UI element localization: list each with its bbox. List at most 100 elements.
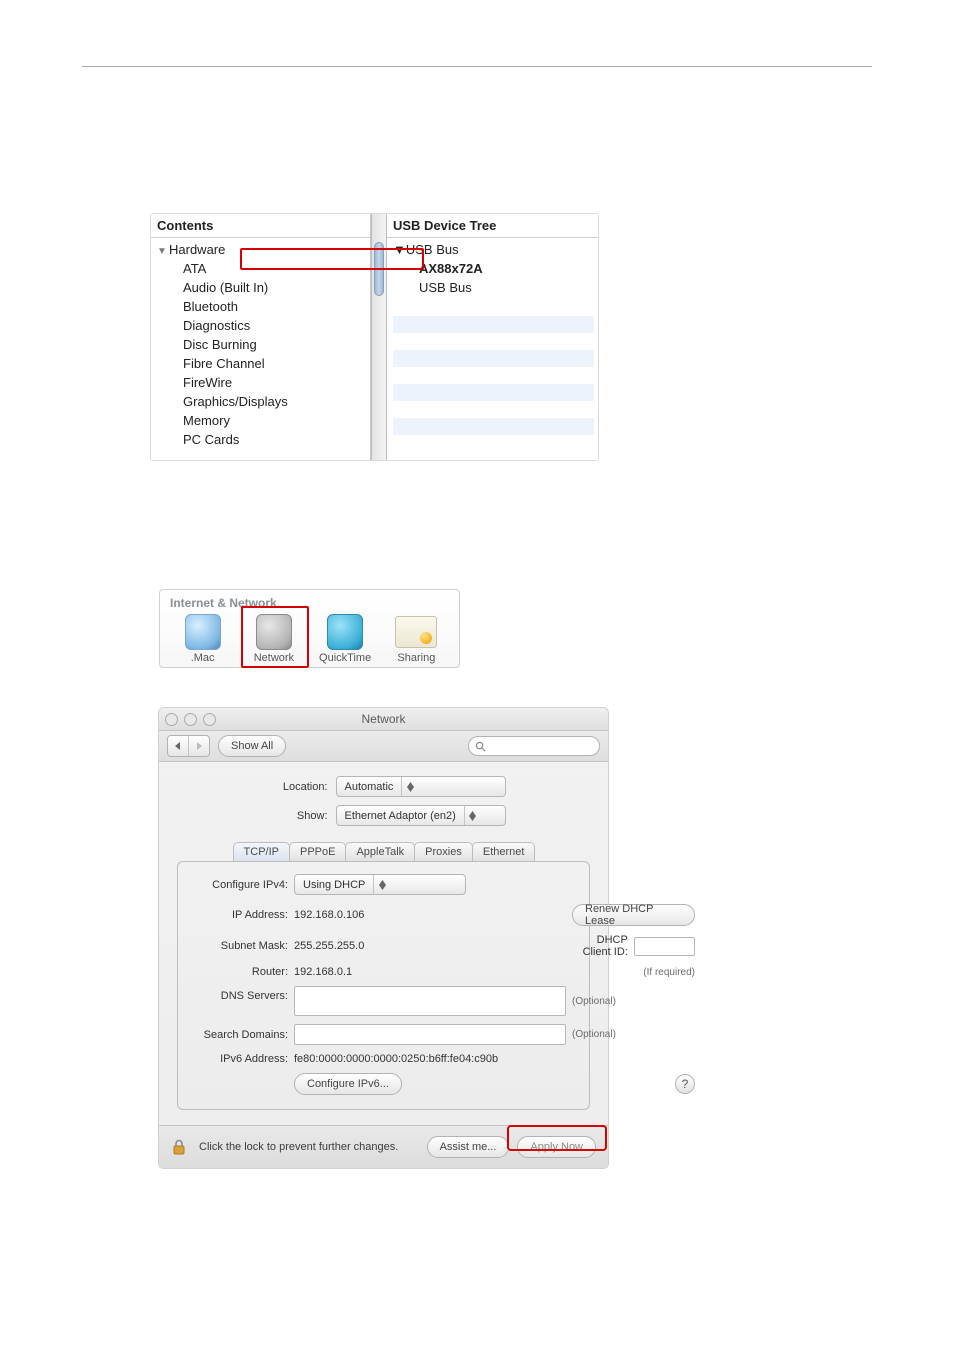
tabs: TCP/IP PPPoE AppleTalk Proxies Ethernet bbox=[159, 842, 608, 861]
search-icon bbox=[475, 741, 486, 752]
configure-ipv6-button[interactable]: Configure IPv6... bbox=[294, 1073, 402, 1095]
usb-device-row-selected[interactable]: AX88x72A bbox=[393, 259, 594, 278]
tab-ethernet[interactable]: Ethernet bbox=[472, 842, 536, 861]
contents-header: Contents bbox=[151, 214, 370, 238]
window-title: Network bbox=[159, 712, 608, 726]
chevron-right-icon bbox=[195, 742, 203, 750]
show-popup[interactable]: Ethernet Adaptor (en2) bbox=[336, 805, 506, 826]
dns-optional-hint: (Optional) bbox=[572, 996, 695, 1007]
sharing-icon bbox=[395, 616, 437, 648]
prefpane-label: Network bbox=[241, 652, 306, 664]
sidebar-group-hardware[interactable]: ▼Hardware bbox=[157, 240, 366, 259]
prefpane-label: .Mac bbox=[170, 652, 235, 664]
contents-sidebar: Contents ▼Hardware ATA Audio (Built In) … bbox=[151, 214, 371, 460]
location-label: Location: bbox=[262, 781, 336, 793]
sidebar-item[interactable]: Diagnostics bbox=[157, 316, 366, 335]
disclosure-triangle-icon[interactable]: ▼ bbox=[157, 246, 169, 257]
forward-button[interactable] bbox=[189, 736, 209, 756]
assist-me-button[interactable]: Assist me... bbox=[427, 1136, 510, 1158]
router-label: Router: bbox=[192, 966, 288, 978]
disclosure-triangle-icon[interactable]: ▼ bbox=[393, 242, 406, 257]
router-value: 192.168.0.1 bbox=[294, 966, 566, 978]
ipv6-address-label: IPv6 Address: bbox=[192, 1053, 288, 1065]
dhcp-client-id-input[interactable] bbox=[634, 937, 695, 956]
chevron-left-icon bbox=[174, 742, 182, 750]
dhcp-client-id-label: DHCP Client ID: bbox=[572, 934, 628, 958]
usb-bus-label: USB Bus bbox=[406, 242, 459, 257]
lock-icon[interactable] bbox=[171, 1138, 187, 1156]
network-prefpane-window: Network Show All Location: Automatic bbox=[158, 707, 609, 1169]
subnet-mask-label: Subnet Mask: bbox=[192, 940, 288, 952]
ip-address-label: IP Address: bbox=[192, 909, 288, 921]
search-input[interactable] bbox=[468, 736, 600, 756]
sidebar-item[interactable]: Bluetooth bbox=[157, 297, 366, 316]
tab-proxies[interactable]: Proxies bbox=[414, 842, 473, 861]
usb-bus-row[interactable]: ▼USB Bus bbox=[393, 240, 594, 259]
prefpane-label: QuickTime bbox=[313, 652, 378, 664]
section-title: Internet & Network bbox=[170, 596, 449, 610]
back-forward-buttons[interactable] bbox=[167, 735, 210, 757]
network-icon bbox=[256, 614, 292, 650]
help-button[interactable]: ? bbox=[675, 1074, 695, 1094]
tab-appletalk[interactable]: AppleTalk bbox=[345, 842, 415, 861]
sidebar-item[interactable]: ATA bbox=[157, 259, 366, 278]
back-button[interactable] bbox=[168, 736, 189, 756]
popup-arrows-icon bbox=[464, 806, 481, 825]
sidebar-item[interactable]: Memory bbox=[157, 411, 366, 430]
sidebar-item[interactable]: Audio (Built In) bbox=[157, 278, 366, 297]
dns-servers-input[interactable] bbox=[294, 986, 566, 1016]
tab-tcpip[interactable]: TCP/IP bbox=[233, 842, 290, 861]
prefpane-mac[interactable]: .Mac bbox=[170, 614, 235, 664]
tab-pppoe[interactable]: PPPoE bbox=[289, 842, 346, 861]
ipv6-address-value: fe80:0000:0000:0000:0250:b6ff:fe04:c90b bbox=[294, 1053, 695, 1065]
configure-ipv4-popup[interactable]: Using DHCP bbox=[294, 874, 466, 895]
sidebar-group-label: Hardware bbox=[169, 242, 225, 257]
prefpane-quicktime[interactable]: QuickTime bbox=[313, 614, 378, 664]
window-titlebar[interactable]: Network bbox=[159, 708, 608, 731]
configure-ipv4-label: Configure IPv4: bbox=[192, 879, 288, 891]
renew-dhcp-lease-button[interactable]: Renew DHCP Lease bbox=[572, 904, 695, 926]
sidebar-item[interactable]: Graphics/Displays bbox=[157, 392, 366, 411]
prefpane-label: Sharing bbox=[384, 652, 449, 664]
lock-message: Click the lock to prevent further change… bbox=[199, 1141, 398, 1153]
subnet-mask-value: 255.255.255.0 bbox=[294, 940, 566, 952]
dns-servers-label: DNS Servers: bbox=[192, 986, 288, 1002]
ip-address-value: 192.168.0.106 bbox=[294, 909, 566, 921]
prefpane-sharing[interactable]: Sharing bbox=[384, 614, 449, 664]
quicktime-icon bbox=[327, 614, 363, 650]
document-divider bbox=[82, 66, 872, 67]
sidebar-item[interactable]: PC Cards bbox=[157, 430, 366, 449]
sidebar-scrollbar[interactable] bbox=[371, 214, 387, 460]
minimize-icon[interactable] bbox=[184, 713, 197, 726]
configure-ipv4-value: Using DHCP bbox=[295, 879, 373, 891]
location-value: Automatic bbox=[337, 781, 402, 793]
location-popup[interactable]: Automatic bbox=[336, 776, 506, 797]
sidebar-item[interactable]: Fibre Channel bbox=[157, 354, 366, 373]
close-icon[interactable] bbox=[165, 713, 178, 726]
search-optional-hint: (Optional) bbox=[572, 1029, 695, 1040]
search-domains-label: Search Domains: bbox=[192, 1029, 288, 1041]
prefpane-network[interactable]: Network bbox=[241, 614, 306, 664]
system-profiler-window: Contents ▼Hardware ATA Audio (Built In) … bbox=[150, 213, 599, 461]
sidebar-item[interactable]: Disc Burning bbox=[157, 335, 366, 354]
sidebar-item[interactable]: FireWire bbox=[157, 373, 366, 392]
prefs-internet-network-section: Internet & Network .Mac Network QuickTim… bbox=[159, 589, 460, 668]
traffic-lights bbox=[165, 713, 216, 726]
usb-bus-row[interactable]: USB Bus bbox=[393, 278, 594, 297]
dhcp-client-id-hint: (If required) bbox=[572, 967, 695, 978]
empty-rows bbox=[393, 299, 594, 435]
tcpip-panel: Configure IPv4: Using DHCP IP Address: 1… bbox=[177, 861, 590, 1110]
popup-arrows-icon bbox=[401, 777, 418, 796]
show-value: Ethernet Adaptor (en2) bbox=[337, 810, 464, 822]
show-all-button[interactable]: Show All bbox=[218, 735, 286, 757]
dotmac-icon bbox=[185, 614, 221, 650]
toolbar: Show All bbox=[159, 731, 608, 762]
window-footer: Click the lock to prevent further change… bbox=[159, 1125, 608, 1168]
search-domains-input[interactable] bbox=[294, 1024, 566, 1045]
show-label: Show: bbox=[262, 810, 336, 822]
apply-now-button[interactable]: Apply Now bbox=[517, 1136, 596, 1158]
usb-device-tree-panel: USB Device Tree ▼USB Bus AX88x72A USB Bu… bbox=[387, 214, 598, 460]
scrollbar-thumb[interactable] bbox=[374, 242, 384, 296]
popup-arrows-icon bbox=[373, 875, 390, 894]
zoom-icon[interactable] bbox=[203, 713, 216, 726]
